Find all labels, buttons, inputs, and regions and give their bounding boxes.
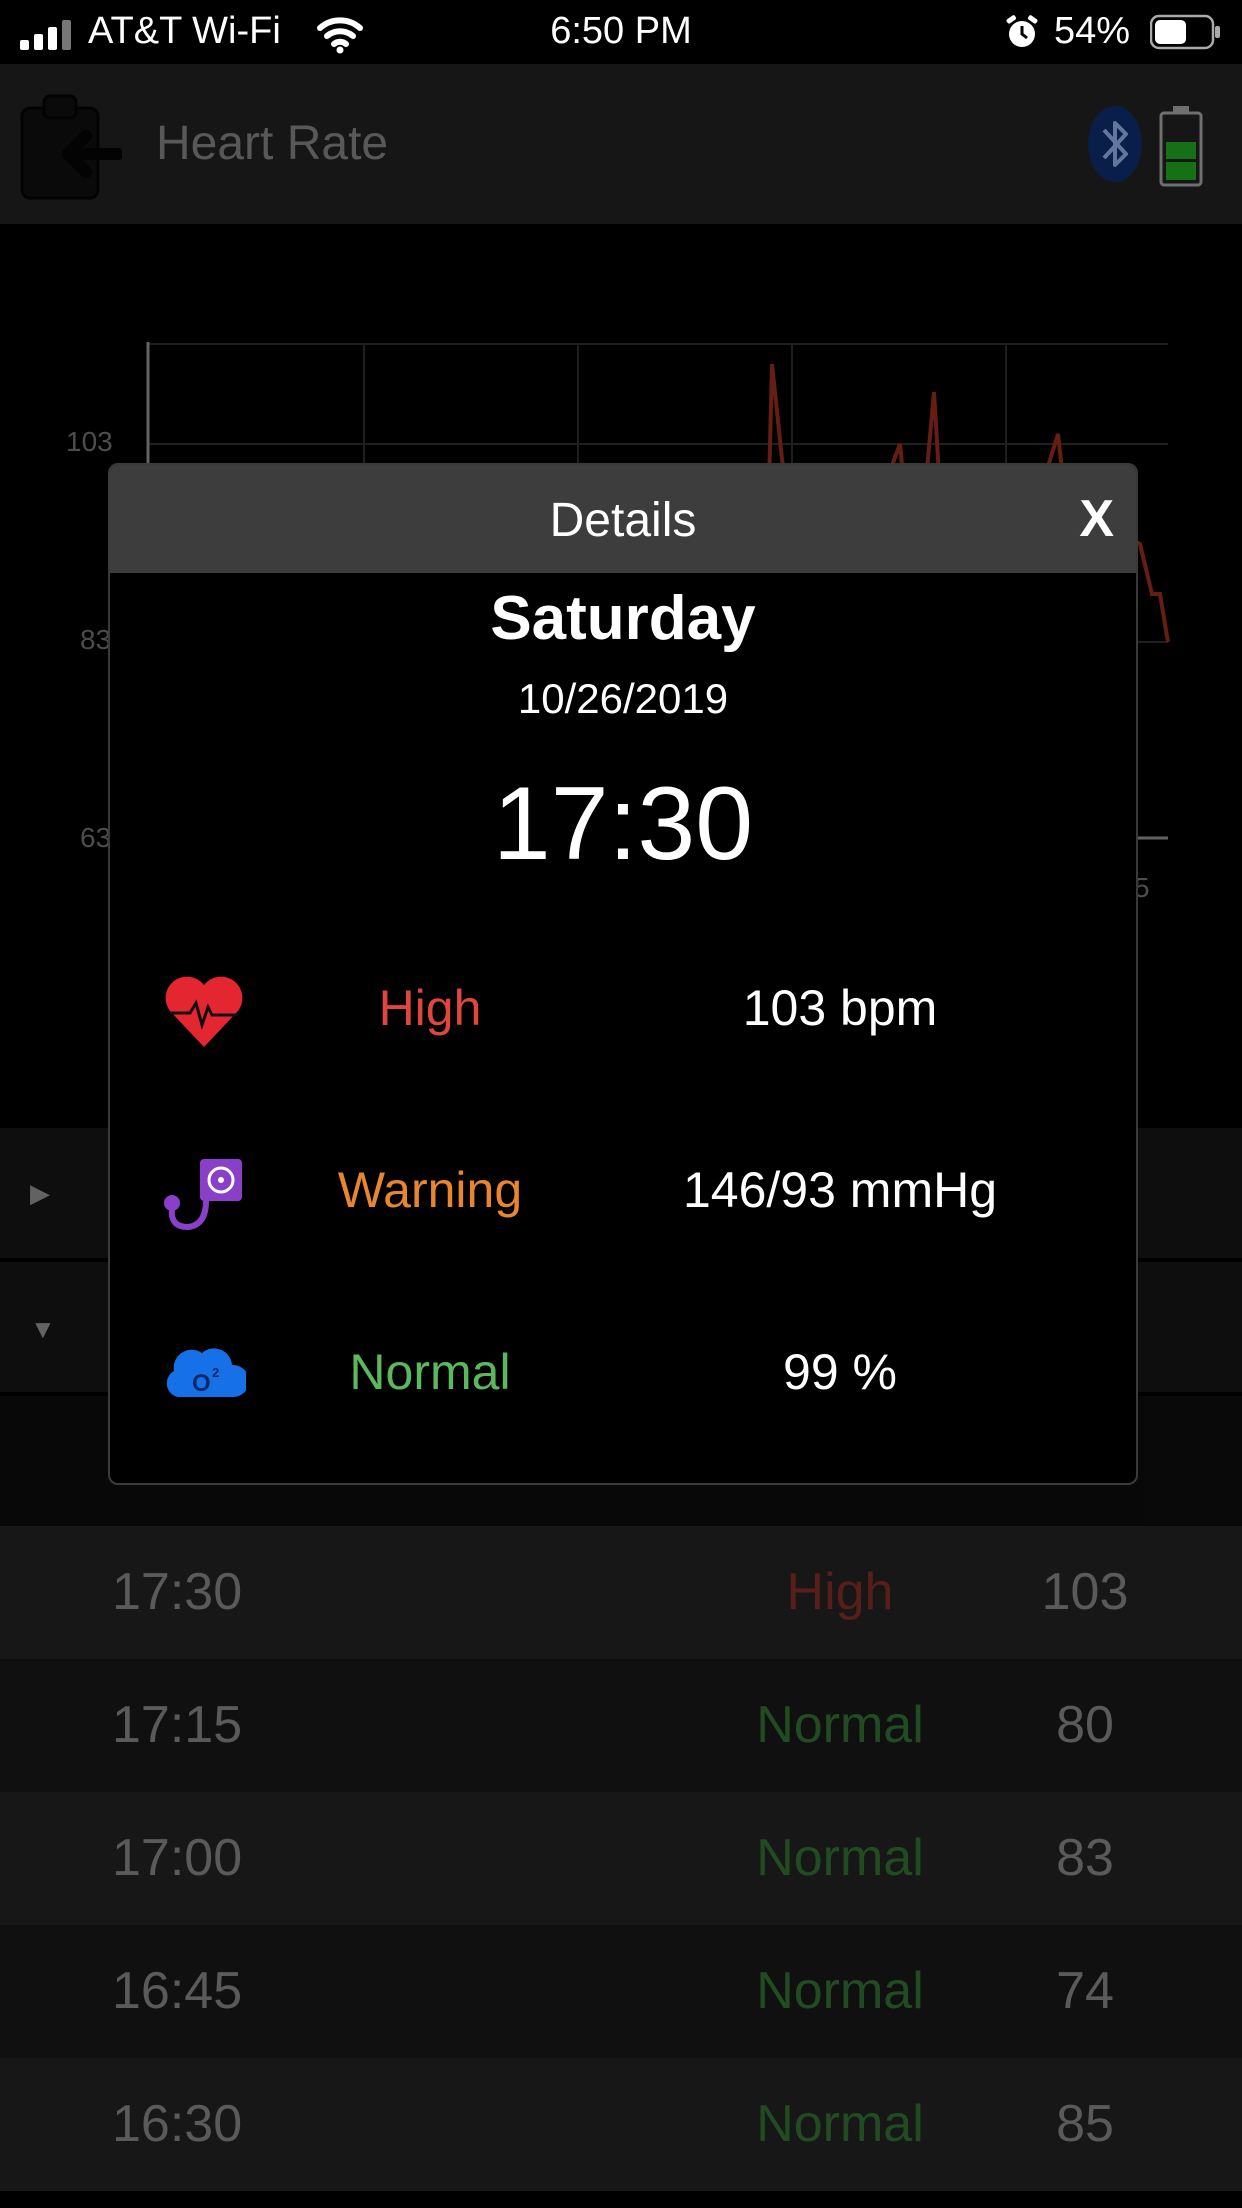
oxygen-value: 99 % (783, 1344, 897, 1400)
alarm-icon (1006, 15, 1038, 47)
status-bar: AT&T Wi-Fi 6:50 PM 54% (0, 0, 1242, 64)
oxygen-icon: O 2 (166, 1348, 246, 1397)
close-button[interactable]: X (1079, 489, 1114, 549)
svg-text:O: O (192, 1370, 211, 1397)
oxygen-status: Normal (349, 1344, 511, 1400)
heart-icon (165, 976, 243, 1047)
reading-date: 10/26/2019 (517, 675, 729, 722)
details-modal: Details X Saturday 10/26/2019 17:30 High… (108, 463, 1138, 1485)
svg-text:2: 2 (212, 1365, 219, 1380)
heart-rate-status: High (378, 980, 482, 1036)
modal-header: Details X (110, 465, 1136, 573)
heart-rate-value: 103 bpm (742, 980, 938, 1036)
battery-percentage: 54% (1054, 10, 1131, 52)
blood-pressure-status: Warning (337, 1162, 523, 1218)
reading-day: Saturday (490, 584, 756, 653)
blood-pressure-value: 146/93 mmHg (682, 1162, 998, 1218)
battery-icon (1150, 14, 1220, 50)
blood-pressure-icon (164, 1159, 242, 1231)
modal-title: Details (549, 494, 697, 547)
reading-time-large: 17:30 (492, 766, 754, 882)
